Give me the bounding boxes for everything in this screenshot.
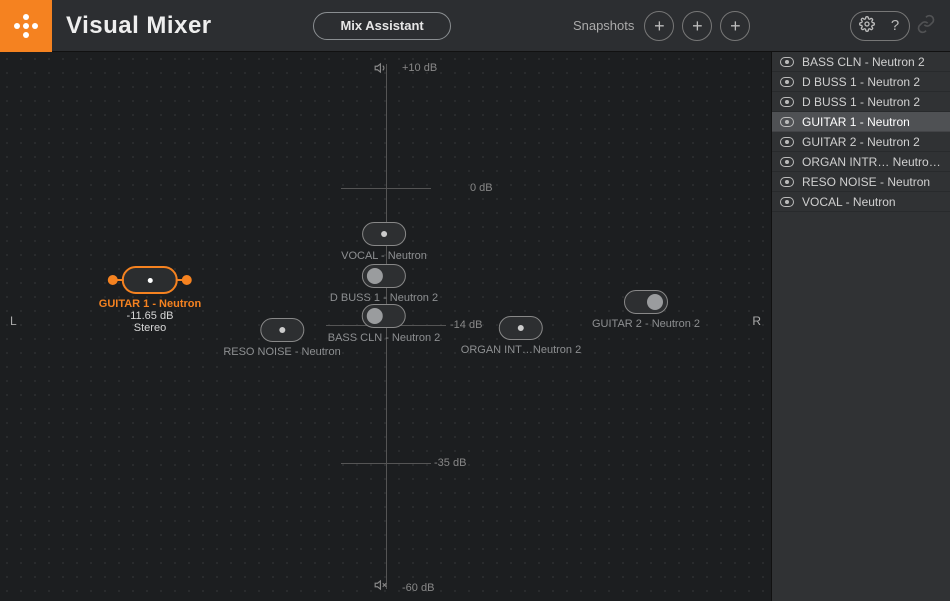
width-handle-left[interactable]: [108, 275, 118, 285]
track-name: D BUSS 1 - Neutron 2: [802, 95, 942, 109]
pan-label-left: L: [10, 314, 17, 328]
node-gain: -11.65 dB: [99, 310, 201, 322]
track-name: RESO NOISE - Neutron: [802, 175, 942, 189]
node-label: VOCAL - Neutron: [341, 250, 427, 262]
link-icon[interactable]: [912, 12, 940, 40]
speaker-max-icon: [374, 61, 388, 78]
track-row[interactable]: D BUSS 1 - Neutron 2: [772, 92, 950, 112]
db-label-bottom: -60 dB: [402, 582, 434, 594]
visibility-eye-icon[interactable]: [780, 95, 794, 109]
settings-help-group: ?: [850, 11, 910, 41]
node-vocal[interactable]: VOCAL - Neutron: [341, 222, 427, 262]
help-button[interactable]: ?: [882, 13, 908, 39]
node-handle[interactable]: [499, 316, 543, 340]
plus-icon: +: [730, 17, 741, 35]
track-row[interactable]: ORGAN INTR… Neutron 2: [772, 152, 950, 172]
track-name: GUITAR 1 - Neutron: [802, 115, 942, 129]
track-name: GUITAR 2 - Neutron 2: [802, 135, 942, 149]
db-label-top: +10 dB: [402, 62, 437, 74]
app-header: Visual Mixer Mix Assistant Snapshots + +…: [0, 0, 950, 52]
track-row[interactable]: GUITAR 2 - Neutron 2: [772, 132, 950, 152]
visibility-eye-icon[interactable]: [780, 135, 794, 149]
node-organ[interactable]: ORGAN INT…Neutron 2: [461, 316, 581, 356]
node-handle[interactable]: [362, 304, 406, 328]
gear-icon: [859, 16, 875, 36]
snapshot-add-2-button[interactable]: +: [682, 11, 712, 41]
visibility-eye-icon[interactable]: [780, 115, 794, 129]
node-dot: [279, 327, 285, 333]
speaker-mute-icon: [374, 578, 388, 595]
visibility-eye-icon[interactable]: [780, 155, 794, 169]
node-reso[interactable]: RESO NOISE - Neutron: [223, 318, 340, 358]
app-logo: [0, 0, 52, 52]
node-bass[interactable]: BASS CLN - Neutron 2: [328, 304, 441, 344]
track-name: VOCAL - Neutron: [802, 195, 942, 209]
visibility-eye-icon[interactable]: [780, 55, 794, 69]
snapshot-add-1-button[interactable]: +: [644, 11, 674, 41]
node-handle[interactable]: [362, 264, 406, 288]
track-name: D BUSS 1 - Neutron 2: [802, 75, 942, 89]
plus-icon: +: [692, 17, 703, 35]
node-dot: [381, 231, 387, 237]
track-name: ORGAN INTR… Neutron 2: [802, 155, 942, 169]
node-handle[interactable]: [122, 266, 178, 294]
node-dot: [647, 294, 663, 310]
node-dot: [518, 325, 524, 331]
track-name: BASS CLN - Neutron 2: [802, 55, 942, 69]
settings-button[interactable]: [854, 13, 880, 39]
visibility-eye-icon[interactable]: [780, 195, 794, 209]
node-guitar-1[interactable]: GUITAR 1 - Neutron -11.65 dB Stereo: [99, 266, 201, 334]
visibility-eye-icon[interactable]: [780, 175, 794, 189]
chain-icon: [916, 14, 936, 38]
snapshot-add-3-button[interactable]: +: [720, 11, 750, 41]
db-label-0: 0 dB: [470, 182, 493, 194]
node-label: D BUSS 1 - Neutron 2: [330, 292, 438, 304]
snapshots-label: Snapshots: [573, 18, 634, 33]
visibility-eye-icon[interactable]: [780, 75, 794, 89]
question-icon: ?: [891, 17, 899, 34]
node-dot: [148, 278, 153, 283]
node-label: RESO NOISE - Neutron: [223, 346, 340, 358]
pan-label-right: R: [752, 314, 761, 328]
logo-icon: [14, 14, 38, 38]
plus-icon: +: [654, 17, 665, 35]
width-handle-right[interactable]: [182, 275, 192, 285]
node-label: BASS CLN - Neutron 2: [328, 332, 441, 344]
node-handle[interactable]: [260, 318, 304, 342]
track-row[interactable]: D BUSS 1 - Neutron 2: [772, 72, 950, 92]
app-title: Visual Mixer: [66, 12, 212, 40]
db-tick-35: [341, 463, 431, 464]
track-row[interactable]: GUITAR 1 - Neutron: [772, 112, 950, 132]
node-dot: [367, 268, 383, 284]
node-dot: [367, 308, 383, 324]
node-label: GUITAR 1 - Neutron: [99, 298, 201, 310]
main-area: +10 dB 0 dB -14 dB -35 dB -60 dB L R GUI…: [0, 52, 950, 601]
mixer-stage[interactable]: +10 dB 0 dB -14 dB -35 dB -60 dB L R GUI…: [0, 52, 771, 601]
node-label: ORGAN INT…Neutron 2: [461, 344, 581, 356]
track-list: BASS CLN - Neutron 2 D BUSS 1 - Neutron 2…: [771, 52, 950, 601]
mix-assistant-button[interactable]: Mix Assistant: [313, 12, 450, 40]
node-handle[interactable]: [362, 222, 406, 246]
track-row[interactable]: BASS CLN - Neutron 2: [772, 52, 950, 72]
db-label-35: -35 dB: [434, 457, 466, 469]
track-row[interactable]: VOCAL - Neutron: [772, 192, 950, 212]
node-guitar-2[interactable]: GUITAR 2 - Neutron 2: [592, 290, 700, 330]
db-tick-0: [341, 188, 431, 189]
node-label: GUITAR 2 - Neutron 2: [592, 318, 700, 330]
node-dbuss[interactable]: D BUSS 1 - Neutron 2: [330, 264, 438, 304]
node-handle[interactable]: [624, 290, 668, 314]
track-row[interactable]: RESO NOISE - Neutron: [772, 172, 950, 192]
node-width: Stereo: [99, 322, 201, 334]
